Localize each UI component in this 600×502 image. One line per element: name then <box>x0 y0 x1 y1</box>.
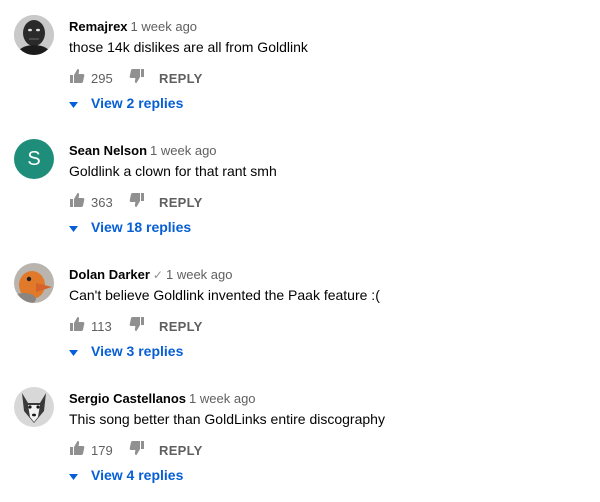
thumbs-down-icon[interactable] <box>129 440 145 461</box>
comment-actions: 113 REPLY <box>69 316 203 336</box>
avatar-photo-duck-icon <box>14 263 54 303</box>
caret-down-icon <box>69 95 78 111</box>
reply-button[interactable]: REPLY <box>159 71 203 86</box>
comment-header: Sergio Castellanos 1 week ago <box>69 391 256 406</box>
avatar[interactable] <box>14 15 54 55</box>
comment-thread: Dolan Darker ✓ 1 week ago Can't believe Go… <box>0 263 600 378</box>
thumbs-down-icon[interactable] <box>129 192 145 213</box>
view-replies-label: View 2 replies <box>91 95 184 111</box>
comment-time[interactable]: 1 week ago <box>189 391 256 406</box>
view-replies-label: View 4 replies <box>91 467 184 483</box>
thumbs-up-icon[interactable] <box>69 316 85 337</box>
comment-header: Remajrex 1 week ago <box>69 19 197 34</box>
view-replies-button[interactable]: View 4 replies <box>69 467 183 483</box>
author-name[interactable]: Sergio Castellanos <box>69 391 186 406</box>
view-replies-button[interactable]: View 18 replies <box>69 219 191 235</box>
thumbs-up-icon[interactable] <box>69 440 85 461</box>
author-name[interactable]: Sean Nelson <box>69 143 147 158</box>
avatar-photo-person-icon <box>14 15 54 55</box>
comment-header: Dolan Darker ✓ 1 week ago <box>69 267 232 282</box>
verified-check-icon: ✓ <box>152 268 163 282</box>
like-count: 179 <box>91 442 113 458</box>
view-replies-button[interactable]: View 2 replies <box>69 95 183 111</box>
comment-thread: Remajrex 1 week ago those 14k dislikes ar… <box>0 15 600 130</box>
like-count: 295 <box>91 70 113 86</box>
comment-thread: S Sean Nelson 1 week ago Goldlink a clown… <box>0 139 600 254</box>
comment-time[interactable]: 1 week ago <box>166 267 233 282</box>
comment-time[interactable]: 1 week ago <box>131 19 198 34</box>
avatar-photo-husky-icon <box>14 387 54 427</box>
caret-down-icon <box>69 343 78 359</box>
like-count: 113 <box>91 318 112 334</box>
thumbs-up-icon[interactable] <box>69 68 85 89</box>
thumbs-down-icon[interactable] <box>129 68 145 89</box>
avatar[interactable] <box>14 263 54 303</box>
avatar[interactable]: S <box>14 139 54 179</box>
thumbs-down-icon[interactable] <box>129 316 145 337</box>
comment-text: Can't believe Goldlink invented the Paak… <box>69 287 380 303</box>
reply-button[interactable]: REPLY <box>159 443 203 458</box>
reply-button[interactable]: REPLY <box>159 319 203 334</box>
reply-button[interactable]: REPLY <box>159 195 203 210</box>
view-replies-button[interactable]: View 3 replies <box>69 343 183 359</box>
comment-actions: 363 REPLY <box>69 192 203 212</box>
comment-text: This song better than GoldLinks entire d… <box>69 411 385 427</box>
comment-text: Goldlink a clown for that rant smh <box>69 163 277 179</box>
view-replies-label: View 18 replies <box>91 219 192 235</box>
comment-time[interactable]: 1 week ago <box>150 143 217 158</box>
caret-down-icon <box>69 467 78 483</box>
thumbs-up-icon[interactable] <box>69 192 85 213</box>
comment-actions: 179 REPLY <box>69 440 203 460</box>
like-count: 363 <box>91 194 113 210</box>
caret-down-icon <box>69 219 78 235</box>
comment-header: Sean Nelson 1 week ago <box>69 143 217 158</box>
view-replies-label: View 3 replies <box>91 343 184 359</box>
author-name[interactable]: Remajrex <box>69 19 128 34</box>
comment-thread: Sergio Castellanos 1 week ago This song b… <box>0 387 600 502</box>
comment-actions: 295 REPLY <box>69 68 203 88</box>
avatar[interactable] <box>14 387 54 427</box>
author-name[interactable]: Dolan Darker <box>69 267 150 282</box>
comment-text: those 14k dislikes are all from Goldlink <box>69 39 308 55</box>
